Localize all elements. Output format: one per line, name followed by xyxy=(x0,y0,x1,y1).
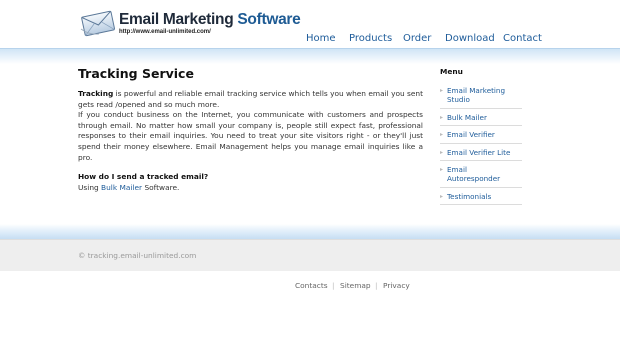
footer-link-privacy[interactable]: Privacy xyxy=(383,281,410,290)
footer-separator: | xyxy=(375,281,378,290)
using-suffix: Software. xyxy=(142,182,180,192)
sidebar-item-label[interactable]: Email Autoresponder xyxy=(447,165,500,183)
sidebar-item-bulk-mailer[interactable]: ▸ Bulk Mailer xyxy=(440,109,522,127)
bulk-mailer-link[interactable]: Bulk Mailer xyxy=(101,183,142,192)
footer-separator: | xyxy=(332,281,335,290)
sidebar-item-email-verifier-lite[interactable]: ▸ Email Verifier Lite xyxy=(440,144,522,162)
page-title: Tracking Service xyxy=(78,66,194,81)
footer-bar: © tracking.email-unlimited.com xyxy=(0,239,620,271)
nav-home[interactable]: Home xyxy=(306,33,336,44)
footer-links: Contacts | Sitemap | Privacy xyxy=(0,281,620,293)
sidebar-item-email-marketing-studio[interactable]: ▸ Email Marketing Studio xyxy=(440,82,522,109)
chevron-right-icon: ▸ xyxy=(440,113,444,121)
logo-title: Email Marketing Software xyxy=(119,11,301,29)
envelope-logo-icon xyxy=(80,10,115,37)
chevron-right-icon: ▸ xyxy=(440,192,444,200)
site-logo[interactable]: Email Marketing Software http://www.emai… xyxy=(79,9,301,39)
menu-title: Menu xyxy=(440,67,463,76)
sidebar-item-label[interactable]: Email Verifier Lite xyxy=(447,148,510,157)
chevron-right-icon: ▸ xyxy=(440,87,444,94)
nav-order[interactable]: Order xyxy=(403,33,431,44)
logo-title-accent: Software xyxy=(237,11,301,28)
chevron-right-icon: ▸ xyxy=(440,148,444,156)
intro-paragraph: Tracking is powerful and reliable email … xyxy=(78,89,423,163)
sidebar-item-label[interactable]: Email Marketing Studio xyxy=(447,86,505,104)
nav-download[interactable]: Download xyxy=(445,33,495,44)
main-content: Tracking Service Tracking is powerful an… xyxy=(78,66,423,193)
using-prefix: Using xyxy=(78,182,102,192)
business-paragraph: If you conduct business on the Internet,… xyxy=(78,110,423,162)
sidebar-item-label[interactable]: Testimonials xyxy=(447,192,491,201)
footer-link-sitemap[interactable]: Sitemap xyxy=(340,281,371,290)
sidebar-menu: Menu ▸ Email Marketing Studio ▸ Bulk Maile… xyxy=(440,67,522,206)
logo-url: http://www.email-unlimited.com/ xyxy=(119,29,211,35)
sidebar-item-email-verifier[interactable]: ▸ Email Verifier xyxy=(440,126,522,144)
sidebar-item-label[interactable]: Email Verifier xyxy=(447,130,495,139)
question-heading: How do I send a tracked email? xyxy=(78,172,209,182)
chevron-right-icon: ▸ xyxy=(440,131,444,139)
header-band-edge xyxy=(0,48,620,49)
logo-title-main: Email Marketing xyxy=(119,11,234,28)
copyright-text: © tracking.email-unlimited.com xyxy=(78,251,197,260)
intro-bold: Tracking xyxy=(78,89,114,98)
site-header: Email Marketing Software http://www.emai… xyxy=(0,0,620,48)
sidebar-item-label[interactable]: Bulk Mailer xyxy=(447,113,487,122)
footer-band xyxy=(0,224,620,239)
using-line: Using Bulk Mailer Software. xyxy=(78,183,423,194)
sidebar-item-email-autoresponder[interactable]: ▸ Email Autoresponder xyxy=(440,161,522,188)
nav-contact[interactable]: Contact xyxy=(503,33,542,44)
chevron-right-icon: ▸ xyxy=(440,166,444,174)
footer-link-contacts[interactable]: Contacts xyxy=(295,281,328,290)
intro-text: is powerful and reliable email tracking … xyxy=(78,89,423,109)
header-band xyxy=(0,48,620,64)
sidebar-item-testimonials[interactable]: ▸ Testimonials xyxy=(440,188,522,206)
nav-products[interactable]: Products xyxy=(349,33,392,44)
